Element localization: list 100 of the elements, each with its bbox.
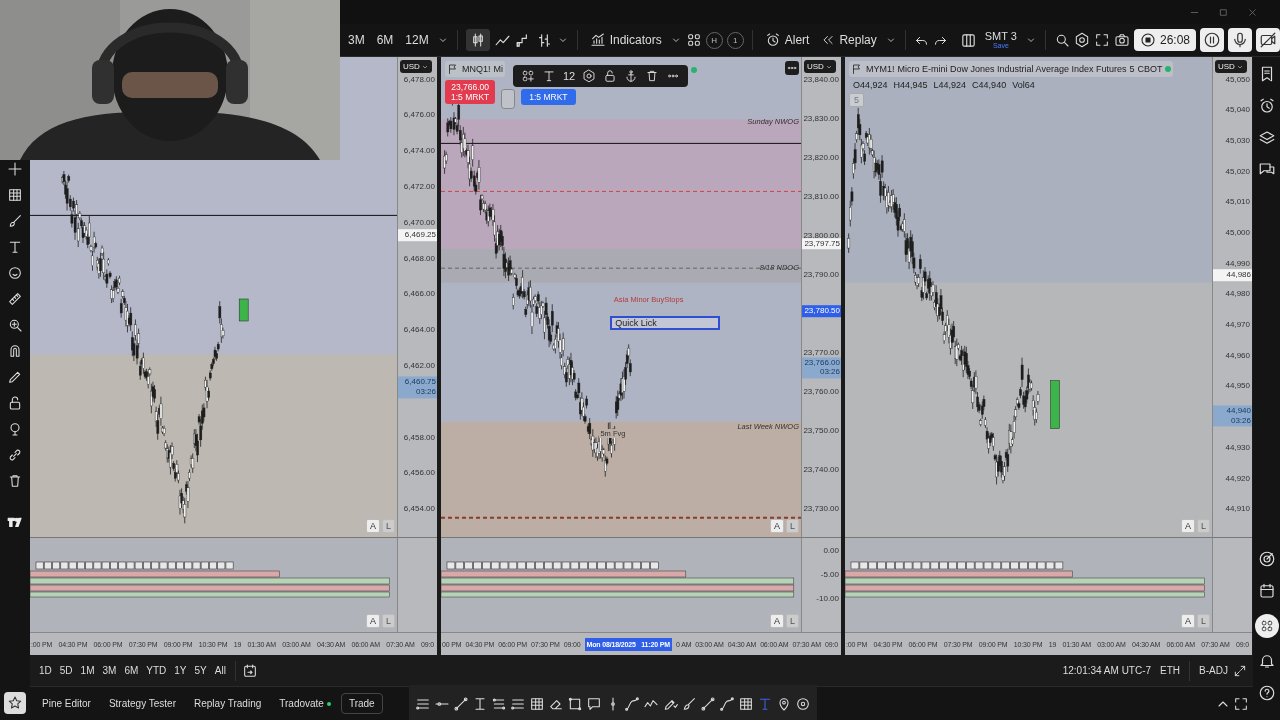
- camera-icon[interactable]: [1113, 32, 1130, 48]
- anchor-icon[interactable]: [624, 69, 639, 83]
- price-label: 23,830.00: [803, 113, 839, 123]
- help-icon[interactable]: [1257, 684, 1276, 702]
- text-box[interactable]: Quick Lick: [610, 316, 721, 331]
- interval-button[interactable]: 6M: [372, 30, 398, 50]
- price-label: 6,478.00: [403, 74, 435, 84]
- status-dot: [691, 67, 697, 73]
- layers-icon[interactable]: [1257, 129, 1276, 147]
- price-label: 23,810.00: [803, 191, 839, 201]
- grid-icon[interactable]: [7, 187, 23, 203]
- scale-button[interactable]: L: [1197, 614, 1210, 628]
- scale-button[interactable]: L: [382, 614, 395, 628]
- link-icon[interactable]: [7, 447, 23, 463]
- trend-line-icon[interactable]: [452, 695, 469, 712]
- indicators-button[interactable]: Indicators: [585, 29, 666, 51]
- price-label: 23,740.00: [803, 464, 839, 474]
- grid-icon[interactable]: [685, 32, 702, 48]
- range-button[interactable]: All: [211, 662, 229, 679]
- range-button[interactable]: 3M: [99, 662, 120, 679]
- range-button[interactable]: 1D: [36, 662, 55, 679]
- range-button[interactable]: 5D: [56, 662, 76, 679]
- panel-tab[interactable]: Trade: [340, 693, 383, 714]
- scale-button[interactable]: L: [786, 614, 799, 628]
- ruler-icon[interactable]: [7, 291, 23, 307]
- panel-tab[interactable]: Pine Editor: [34, 693, 99, 714]
- trash-icon[interactable]: [7, 473, 23, 489]
- scale-button[interactable]: A: [769, 614, 784, 628]
- microphone-button[interactable]: [1228, 28, 1252, 52]
- candles-button[interactable]: [465, 29, 490, 51]
- magnet-icon[interactable]: [7, 343, 23, 359]
- channel-icon[interactable]: [490, 695, 507, 712]
- range-button[interactable]: 5Y: [191, 662, 210, 679]
- currency-dropdown[interactable]: USD: [400, 60, 432, 73]
- close-icon[interactable]: [1247, 6, 1258, 18]
- go-to-date-icon[interactable]: [241, 662, 258, 679]
- pencil-icon[interactable]: [7, 369, 23, 385]
- scale-button[interactable]: A: [1180, 614, 1195, 628]
- callout-icon[interactable]: [585, 695, 602, 712]
- settings-icon[interactable]: [582, 69, 597, 83]
- pause-button[interactable]: [1200, 28, 1224, 52]
- trash-icon[interactable]: [645, 69, 660, 83]
- target-icon[interactable]: [1257, 550, 1276, 568]
- expand-icon[interactable]: [1233, 663, 1247, 678]
- range-button[interactable]: 1M: [77, 662, 98, 679]
- panel-tab[interactable]: Tradovate: [271, 693, 339, 714]
- quantity-field[interactable]: [501, 89, 516, 109]
- range-button[interactable]: 1Y: [171, 662, 190, 679]
- price-label: 45,020: [1225, 166, 1250, 176]
- range-button[interactable]: YTD: [143, 662, 170, 679]
- record-button[interactable]: 26:08: [1133, 29, 1196, 51]
- trend-line-icon[interactable]: [699, 695, 716, 712]
- candle: [238, 298, 249, 322]
- more-button[interactable]: [785, 61, 799, 75]
- fullscreen-icon[interactable]: [1093, 32, 1110, 48]
- price-label: 6,458.00: [403, 432, 435, 442]
- bell-icon[interactable]: [1257, 652, 1276, 670]
- path-icon[interactable]: [718, 695, 735, 712]
- lock-icon[interactable]: [603, 69, 618, 83]
- text-icon[interactable]: [542, 69, 556, 83]
- smiley-icon[interactable]: [7, 265, 23, 281]
- panel-tab[interactable]: Replay Trading: [186, 693, 270, 714]
- settings-icon[interactable]: [1073, 32, 1090, 48]
- grid-icon[interactable]: [737, 695, 754, 712]
- path-icon[interactable]: [623, 695, 640, 712]
- alert-button[interactable]: Alert: [760, 29, 814, 51]
- buy-button[interactable]: 1:5 MRKT: [521, 89, 576, 105]
- brush-icon[interactable]: [7, 213, 23, 229]
- replay-button[interactable]: Replay: [817, 30, 881, 50]
- grid-icon[interactable]: [528, 695, 545, 712]
- favorites-button[interactable]: [4, 692, 26, 714]
- apps-button[interactable]: [1254, 614, 1279, 638]
- scale-button[interactable]: A: [365, 614, 380, 628]
- camera-off-button[interactable]: [1256, 28, 1280, 52]
- rectangle-icon[interactable]: [566, 695, 583, 712]
- text-icon[interactable]: [7, 239, 23, 255]
- alarm-icon[interactable]: [1257, 97, 1276, 115]
- symbol-name[interactable]: MYM1!: [866, 64, 895, 74]
- interval-button[interactable]: 12M: [401, 30, 433, 50]
- price-label: 45,000: [1225, 227, 1250, 237]
- lock-icon[interactable]: [7, 395, 23, 411]
- interval-button[interactable]: 3M: [344, 30, 369, 50]
- panel-tab[interactable]: Strategy Tester: [100, 693, 184, 714]
- calendar-icon[interactable]: [1257, 582, 1276, 600]
- symbol-name[interactable]: MNQ1!: [462, 64, 491, 74]
- session-button[interactable]: ETH: [1157, 662, 1184, 679]
- sell-button[interactable]: 23,766.00 1:5 MRKT: [445, 80, 496, 105]
- zoom-in-icon[interactable]: [7, 317, 23, 333]
- range-button[interactable]: 6M: [121, 662, 142, 679]
- disc-icon[interactable]: [794, 695, 811, 712]
- price-tag: 23,780.50: [802, 305, 841, 317]
- currency-dropdown[interactable]: USD: [1215, 60, 1247, 73]
- fullscreen-icon[interactable]: [1233, 695, 1249, 712]
- layout-icon[interactable]: [959, 31, 977, 49]
- add-grid-icon[interactable]: [521, 69, 535, 83]
- font-size-button[interactable]: 12: [563, 70, 576, 82]
- currency-dropdown[interactable]: USD: [804, 60, 836, 73]
- price-label: 6,468.00: [403, 253, 435, 263]
- adjustment-button[interactable]: B-ADJ: [1196, 662, 1231, 679]
- crosshair-icon[interactable]: [7, 161, 23, 177]
